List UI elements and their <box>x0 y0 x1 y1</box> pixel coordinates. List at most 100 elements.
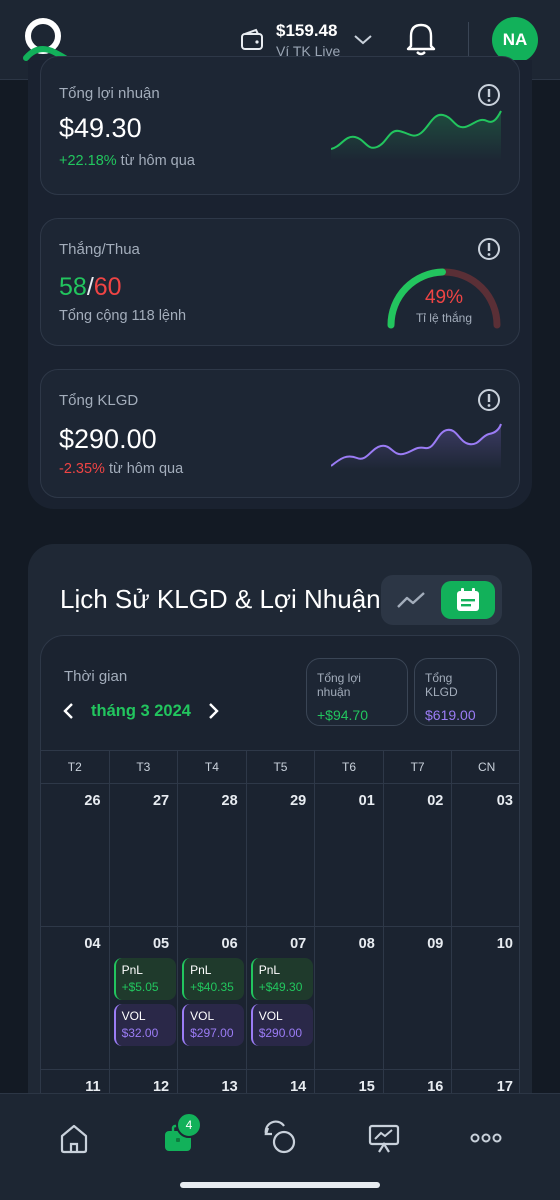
calendar-day[interactable]: 29 <box>247 784 316 926</box>
calendar-day[interactable]: 08 <box>315 927 384 1069</box>
history-section: Lịch Sử KLGD & Lợi Nhuận Thời gian tháng… <box>28 544 532 1115</box>
calendar-day[interactable]: 01 <box>315 784 384 926</box>
calendar-day[interactable]: 07 PnL +$49.30 VOL $290.00 <box>247 927 316 1069</box>
nav-trading[interactable] <box>364 1118 404 1158</box>
pnl-key: PnL <box>258 963 281 977</box>
total-profit-label: Tổng lợi nhuận <box>317 671 361 699</box>
day-volume: VOL $297.00 <box>182 1004 245 1046</box>
home-icon <box>60 1124 88 1154</box>
nav-exchange[interactable] <box>260 1118 300 1158</box>
day-number: 10 <box>496 936 513 952</box>
vol-key: VOL <box>258 1009 283 1023</box>
nav-more[interactable] <box>466 1118 506 1158</box>
day-number: 08 <box>358 936 375 952</box>
stats-section: Tổng lợi nhuận $49.30 +22.18% từ hôm qua… <box>28 56 532 509</box>
win-rate-label: Tỉ lệ thắng <box>415 311 473 325</box>
volume-change: -2.35% từ hôm qua <box>59 461 184 477</box>
total-profit-box: Tổng lợi nhuận +$94.70 <box>306 658 408 726</box>
coins-icon <box>264 1120 296 1154</box>
calendar-week: 04 05 PnL +$5.05 VOL $32.00 06 PnL +$40.35 VOL $29… <box>41 927 519 1070</box>
chevron-down-icon[interactable] <box>352 28 374 50</box>
day-pnl: PnL +$5.05 <box>113 958 176 1000</box>
winloss-count: 58/60 <box>59 273 122 301</box>
day-number: 01 <box>358 793 375 809</box>
line-chart-icon[interactable] <box>395 587 427 613</box>
profit-value: $49.30 <box>59 113 142 143</box>
calendar-day[interactable]: 02 <box>384 784 453 926</box>
weekday-label: T7 <box>384 751 453 783</box>
profit-title: Tổng lợi nhuận <box>59 85 160 102</box>
weekday-header: T2 T3 T4 T5 T6 T7 CN <box>41 750 519 784</box>
calendar-day[interactable]: 26 <box>41 784 110 926</box>
volume-title: Tổng KLGD <box>59 392 139 409</box>
day-number: 02 <box>427 793 444 809</box>
calendar-day[interactable]: 10 <box>452 927 519 1069</box>
chevron-right-icon[interactable] <box>205 702 221 720</box>
calendar-day[interactable]: 05 PnL +$5.05 VOL $32.00 <box>110 927 179 1069</box>
winloss-title: Thắng/Thua <box>59 241 140 258</box>
history-title: Lịch Sử KLGD & Lợi Nhuận <box>60 584 381 614</box>
profit-sparkline <box>331 110 502 161</box>
day-number: 28 <box>221 793 238 809</box>
pnl-value: +$40.35 <box>190 980 234 994</box>
day-number: 03 <box>496 793 513 809</box>
month-label: tháng 3 2024 <box>91 701 191 720</box>
calendar-day[interactable]: 06 PnL +$40.35 VOL $297.00 <box>178 927 247 1069</box>
winloss-card: Thắng/Thua 58/60 Tổng cộng 118 lệnh 49% … <box>40 218 520 346</box>
total-orders: Tổng cộng 118 lệnh <box>59 308 187 324</box>
calendar-day[interactable]: 27 <box>110 784 179 926</box>
info-icon[interactable] <box>477 83 501 107</box>
calendar-day[interactable]: 03 <box>452 784 519 926</box>
total-volume-box: Tổng KLGD $619.00 <box>414 658 497 726</box>
calendar-day[interactable]: 28 <box>178 784 247 926</box>
profit-change: +22.18% từ hôm qua <box>59 153 195 169</box>
total-volume-label: Tổng KLGD <box>425 671 458 699</box>
weekday-label: T4 <box>178 751 247 783</box>
pnl-value: +$49.30 <box>258 980 303 994</box>
bell-icon[interactable] <box>404 20 438 56</box>
win-rate-value: 49% <box>424 287 464 308</box>
vol-value: $297.00 <box>190 1026 234 1040</box>
pnl-value: +$5.05 <box>121 980 159 994</box>
nav-home[interactable] <box>54 1118 94 1158</box>
wins-count: 58 <box>59 273 87 301</box>
day-pnl: PnL +$40.35 <box>182 958 245 1000</box>
vol-value: $290.00 <box>258 1026 303 1040</box>
info-icon[interactable] <box>477 237 501 261</box>
total-volume-value: $619.00 <box>425 707 476 723</box>
more-icon <box>470 1133 502 1143</box>
day-number: 06 <box>221 936 238 952</box>
day-number: 07 <box>290 936 307 952</box>
bottom-navigation: 4 <box>0 1093 560 1200</box>
day-volume: VOL $290.00 <box>250 1004 313 1046</box>
weekday-label: T5 <box>247 751 316 783</box>
calendar-panel: Thời gian tháng 3 2024 Tổng lợi nhuận +$… <box>40 635 520 1115</box>
info-icon[interactable] <box>477 388 501 412</box>
pnl-key: PnL <box>121 963 143 977</box>
wallet-balance: $159.48 <box>276 21 338 40</box>
wallet-icon <box>241 28 263 50</box>
volume-value: $290.00 <box>59 424 157 454</box>
vol-value: $32.00 <box>121 1026 159 1040</box>
weekday-label: T2 <box>41 751 110 783</box>
chevron-left-icon[interactable] <box>61 702 77 720</box>
home-indicator <box>180 1182 380 1188</box>
calendar-icon <box>457 588 479 611</box>
vol-key: VOL <box>190 1009 215 1023</box>
calendar-day[interactable]: 04 <box>41 927 110 1069</box>
total-profit-value: +$94.70 <box>317 707 368 723</box>
calendar-day[interactable]: 09 <box>384 927 453 1069</box>
day-number: 29 <box>290 793 307 809</box>
profit-card: Tổng lợi nhuận $49.30 +22.18% từ hôm qua <box>40 56 520 195</box>
month-navigator: tháng 3 2024 <box>61 699 221 723</box>
weekday-label: T6 <box>315 751 384 783</box>
day-number: 04 <box>84 936 101 952</box>
header-divider <box>468 22 469 58</box>
presentation-chart-icon <box>368 1124 400 1153</box>
weekday-label: CN <box>477 760 496 774</box>
day-number: 27 <box>152 793 170 809</box>
calendar-grid: T2 T3 T4 T5 T6 T7 CN 26 27 28 29 01 02 03 04 05 PnL +$5.0… <box>41 750 519 1114</box>
calendar-view-button[interactable] <box>441 581 495 619</box>
day-number: 09 <box>427 936 444 952</box>
notification-badge: 4 <box>176 1112 202 1138</box>
